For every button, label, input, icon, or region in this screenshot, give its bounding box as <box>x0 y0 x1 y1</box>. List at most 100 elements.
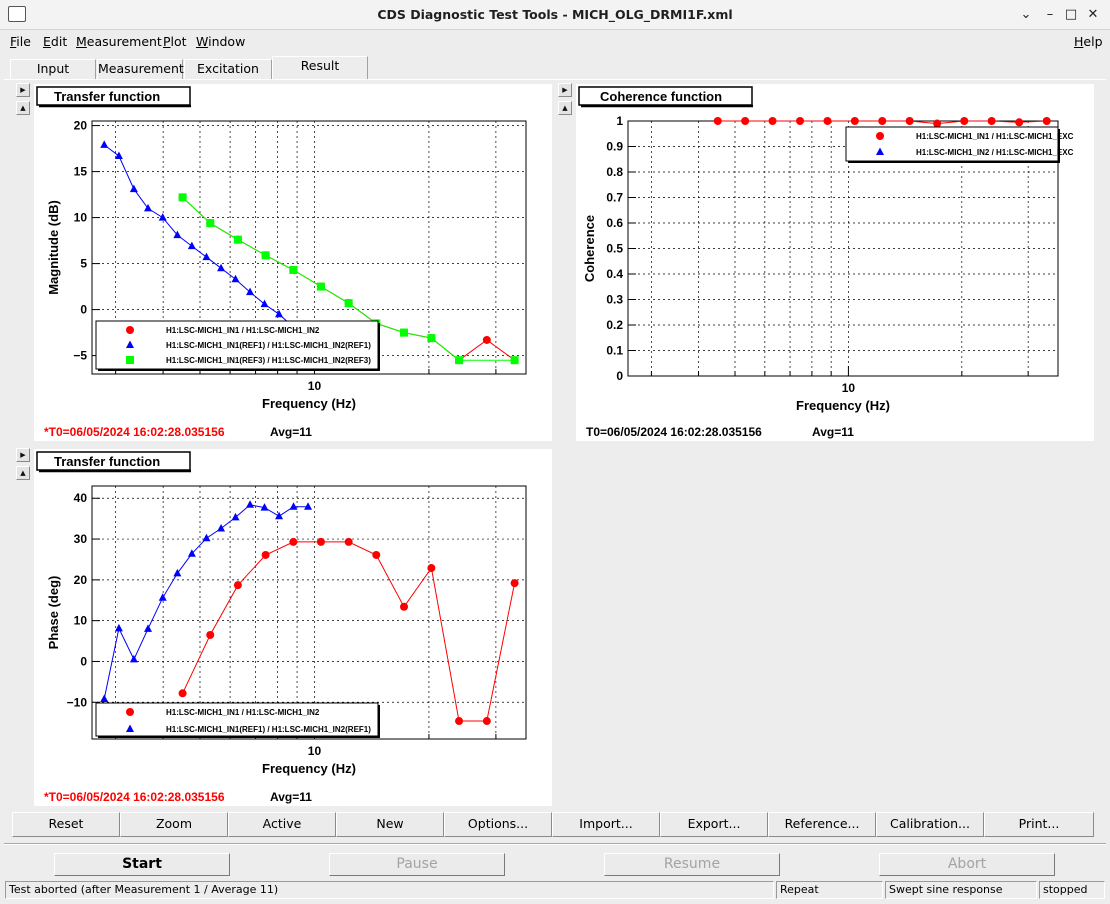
y-tick-label: 10 <box>74 614 88 628</box>
menu-file[interactable]: File <box>10 34 31 49</box>
y-tick-label: 1 <box>616 114 623 128</box>
plot-title: Transfer function <box>54 89 160 104</box>
menu-measurement[interactable]: Measurement <box>76 34 162 49</box>
pause-button[interactable]: Pause <box>329 853 505 876</box>
data-point <box>427 564 436 573</box>
x-axis-label: Frequency (Hz) <box>796 398 890 413</box>
menu-plot[interactable]: Plot <box>163 34 187 49</box>
plot-transfer-phase[interactable]: Transfer function 10 −10 0 10 20 30 40 Frequenc… <box>34 449 552 806</box>
y-tick-label: 15 <box>74 165 88 179</box>
minimize-icon[interactable]: – <box>1040 5 1060 25</box>
legend-marker <box>126 326 134 334</box>
legend-marker <box>876 132 884 140</box>
abort-button[interactable]: Abort <box>879 853 1055 876</box>
y-tick-label: 0 <box>80 303 87 317</box>
zoom-button[interactable]: Zoom <box>120 812 228 837</box>
data-point <box>275 511 284 520</box>
y-tick-label: 0 <box>616 369 623 383</box>
expand-arrow-icon[interactable]: ▶ <box>558 83 572 97</box>
tab-excitation[interactable]: Excitation <box>184 59 272 79</box>
data-point <box>289 266 298 275</box>
plot-avg: Avg=11 <box>270 425 312 439</box>
plot-coherence[interactable]: Coherence function 10 0 0.1 0.2 0.3 0.4 0.5 0.6… <box>576 84 1094 441</box>
data-point <box>455 717 464 726</box>
active-button[interactable]: Active <box>228 812 336 837</box>
collapse-arrow-icon[interactable]: ▲ <box>16 101 30 115</box>
chevron-down-icon[interactable]: ⌄ <box>1016 5 1036 25</box>
data-point <box>178 193 187 202</box>
x-tick-label: 10 <box>308 379 322 393</box>
legend-entry: H1:LSC-MICH1_IN2 / H1:LSC-MICH1_EXC <box>916 148 1074 157</box>
legend-entry: H1:LSC-MICH1_IN1(REF3) / H1:LSC-MICH1_IN… <box>166 356 371 365</box>
import-button[interactable]: Import... <box>552 812 660 837</box>
calibration-button[interactable]: Calibration... <box>876 812 984 837</box>
data-point <box>217 263 226 272</box>
menu-edit[interactable]: Edit <box>43 34 67 49</box>
data-point <box>796 117 805 125</box>
data-point <box>1042 117 1051 125</box>
data-point <box>114 623 123 632</box>
data-point <box>178 689 187 698</box>
data-point <box>233 235 242 244</box>
print-button[interactable]: Print... <box>984 812 1094 837</box>
separator <box>4 843 1106 845</box>
x-tick-label: 10 <box>308 744 322 758</box>
y-tick-label: 0.5 <box>606 242 623 256</box>
legend-marker <box>126 356 134 364</box>
y-axis-label: Phase (deg) <box>46 576 61 650</box>
collapse-arrow-icon[interactable]: ▲ <box>16 466 30 480</box>
new-button[interactable]: New <box>336 812 444 837</box>
y-axis-label: Coherence <box>582 215 597 282</box>
y-tick-label: −10 <box>67 695 88 709</box>
options-button[interactable]: Options... <box>444 812 552 837</box>
plot-transfer-magnitude[interactable]: Transfer function 10 −5 0 5 10 15 20 Frequency … <box>34 84 552 441</box>
data-point <box>768 117 777 125</box>
data-point <box>206 219 215 228</box>
phase-chart-svg[interactable]: Transfer function 10 −10 0 10 20 30 40 Frequenc… <box>34 449 552 806</box>
coherence-chart-svg[interactable]: Coherence function 10 0 0.1 0.2 0.3 0.4 0.5 0.6… <box>576 84 1094 441</box>
status-mode: Repeat <box>776 881 883 899</box>
data-point <box>850 117 859 125</box>
close-icon[interactable]: ✕ <box>1083 5 1103 25</box>
data-point <box>275 309 284 318</box>
expand-arrow-icon[interactable]: ▶ <box>16 83 30 97</box>
y-axis-label: Magnitude (dB) <box>46 200 61 295</box>
plot-timestamp: *T0=06/05/2024 16:02:28.035156 <box>44 790 225 804</box>
y-tick-label: 0.7 <box>606 191 623 205</box>
series-group <box>713 117 1051 128</box>
status-message: Test aborted (after Measurement 1 / Aver… <box>5 881 774 899</box>
tab-measurement[interactable]: Measurement <box>97 59 184 79</box>
y-tick-label: 0.9 <box>606 140 623 154</box>
legend-marker <box>126 708 134 716</box>
y-tick-label: 10 <box>74 211 88 225</box>
legend-entry: H1:LSC-MICH1_IN1(REF1) / H1:LSC-MICH1_IN… <box>166 341 371 350</box>
data-point <box>100 694 109 703</box>
data-point <box>231 274 240 283</box>
maximize-icon[interactable]: □ <box>1061 5 1081 25</box>
data-point <box>878 117 887 125</box>
data-point <box>246 287 255 296</box>
data-point <box>129 654 138 663</box>
tab-bar: Input Measurement Excitation Result <box>0 56 1110 80</box>
magnitude-chart-svg[interactable]: Transfer function 10 −5 0 5 10 15 20 Frequency … <box>34 84 552 441</box>
start-button[interactable]: Start <box>54 853 230 876</box>
data-point <box>202 252 211 261</box>
menu-help[interactable]: Help <box>1074 34 1103 49</box>
tab-result[interactable]: Result <box>272 56 368 79</box>
export-button[interactable]: Export... <box>660 812 768 837</box>
reference-button[interactable]: Reference... <box>768 812 876 837</box>
data-point <box>261 550 270 559</box>
reset-button[interactable]: Reset <box>12 812 120 837</box>
data-point <box>713 117 722 125</box>
resume-button[interactable]: Resume <box>604 853 780 876</box>
legend-entry: H1:LSC-MICH1_IN1 / H1:LSC-MICH1_IN2 <box>166 708 320 717</box>
collapse-arrow-icon[interactable]: ▲ <box>558 101 572 115</box>
menu-bar: File Edit Measurement Plot Window Help <box>0 31 1110 53</box>
plot-title: Coherence function <box>600 89 722 104</box>
menu-window[interactable]: Window <box>196 34 245 49</box>
plot-button-row: Reset Zoom Active New Options... Import.… <box>12 812 1094 837</box>
data-point <box>741 117 750 125</box>
expand-arrow-icon[interactable]: ▶ <box>16 448 30 462</box>
tab-input[interactable]: Input <box>10 59 96 79</box>
data-point <box>344 299 353 308</box>
